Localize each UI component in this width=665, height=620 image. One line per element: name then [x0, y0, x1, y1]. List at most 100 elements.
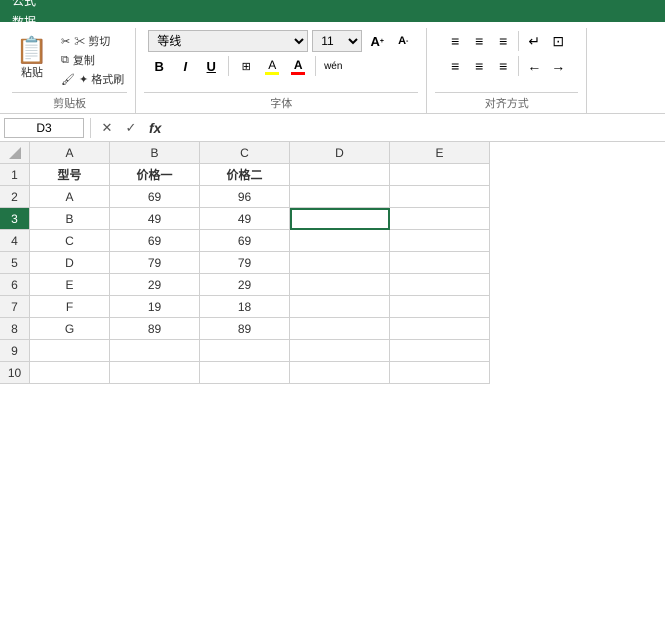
- cell-D4[interactable]: [290, 230, 390, 252]
- cell-A5[interactable]: D: [30, 252, 110, 274]
- row-header-6[interactable]: 6: [0, 274, 30, 296]
- wrap-text-button[interactable]: ↵: [523, 30, 545, 52]
- row-header-8[interactable]: 8: [0, 318, 30, 340]
- font-size-down-button[interactable]: A-: [392, 30, 414, 52]
- select-all-icon[interactable]: [9, 147, 21, 159]
- cell-E5[interactable]: [390, 252, 490, 274]
- cell-D7[interactable]: [290, 296, 390, 318]
- row-header-7[interactable]: 7: [0, 296, 30, 318]
- cell-A6[interactable]: E: [30, 274, 110, 296]
- col-header-C[interactable]: C: [200, 142, 290, 164]
- cell-A1[interactable]: 型号: [30, 164, 110, 186]
- cell-E3[interactable]: [390, 208, 490, 230]
- col-header-D[interactable]: D: [290, 142, 390, 164]
- cell-D3[interactable]: [290, 208, 390, 230]
- cell-A2[interactable]: A: [30, 186, 110, 208]
- italic-button[interactable]: I: [174, 55, 196, 77]
- col-header-B[interactable]: B: [110, 142, 200, 164]
- cut-button[interactable]: ✂ ✂ 剪切: [58, 32, 127, 50]
- cell-C9[interactable]: [200, 340, 290, 362]
- row-header-4[interactable]: 4: [0, 230, 30, 252]
- align-right-button[interactable]: ≡: [492, 55, 514, 77]
- row-header-2[interactable]: 2: [0, 186, 30, 208]
- cell-C1[interactable]: 价格二: [200, 164, 290, 186]
- cell-B9[interactable]: [110, 340, 200, 362]
- cell-E4[interactable]: [390, 230, 490, 252]
- cell-D1[interactable]: [290, 164, 390, 186]
- cell-B8[interactable]: 89: [110, 318, 200, 340]
- cell-D8[interactable]: [290, 318, 390, 340]
- cell-C6[interactable]: 29: [200, 274, 290, 296]
- cell-E1[interactable]: [390, 164, 490, 186]
- underline-button[interactable]: U: [200, 55, 222, 77]
- row-header-10[interactable]: 10: [0, 362, 30, 384]
- align-top-button[interactable]: ≡: [444, 30, 466, 52]
- cell-E7[interactable]: [390, 296, 490, 318]
- cell-D10[interactable]: [290, 362, 390, 384]
- cell-C3[interactable]: 49: [200, 208, 290, 230]
- font-size-up-button[interactable]: A+: [366, 30, 388, 52]
- cell-C2[interactable]: 96: [200, 186, 290, 208]
- copy-button[interactable]: ⧉ 复制: [58, 51, 127, 69]
- menu-item-公式[interactable]: 公式: [4, 0, 97, 11]
- cell-C7[interactable]: 18: [200, 296, 290, 318]
- cell-E8[interactable]: [390, 318, 490, 340]
- cell-C8[interactable]: 89: [200, 318, 290, 340]
- cell-B4[interactable]: 69: [110, 230, 200, 252]
- cell-D2[interactable]: [290, 186, 390, 208]
- cell-E2[interactable]: [390, 186, 490, 208]
- row-header-5[interactable]: 5: [0, 252, 30, 274]
- cell-B1[interactable]: 价格一: [110, 164, 200, 186]
- cell-A8[interactable]: G: [30, 318, 110, 340]
- cell-C10[interactable]: [200, 362, 290, 384]
- formula-bar: ✕ ✓ fx: [0, 114, 665, 142]
- cell-B6[interactable]: 29: [110, 274, 200, 296]
- col-header-E[interactable]: E: [390, 142, 490, 164]
- cell-A4[interactable]: C: [30, 230, 110, 252]
- fill-color-button[interactable]: A: [261, 55, 283, 77]
- font-size-select[interactable]: 11: [312, 30, 362, 52]
- font-color-button[interactable]: A: [287, 55, 309, 77]
- cell-B5[interactable]: 79: [110, 252, 200, 274]
- increase-indent-button[interactable]: →: [547, 55, 569, 77]
- cell-D9[interactable]: [290, 340, 390, 362]
- cell-reference-input[interactable]: [4, 118, 84, 138]
- cut-icon: ✂: [61, 35, 70, 48]
- cell-A10[interactable]: [30, 362, 110, 384]
- border-button[interactable]: ⊞: [235, 55, 257, 77]
- formula-cancel-button[interactable]: ✕: [97, 120, 117, 136]
- cell-E6[interactable]: [390, 274, 490, 296]
- font-name-select[interactable]: 等线: [148, 30, 308, 52]
- cell-E10[interactable]: [390, 362, 490, 384]
- paste-button[interactable]: 📋 粘贴: [12, 32, 52, 84]
- decrease-indent-button[interactable]: ←: [523, 55, 545, 77]
- cell-D5[interactable]: [290, 252, 390, 274]
- grid-row-10: [30, 362, 665, 384]
- cell-B10[interactable]: [110, 362, 200, 384]
- merge-center-button[interactable]: ⊡: [547, 30, 569, 52]
- cell-B2[interactable]: 69: [110, 186, 200, 208]
- row-header-3[interactable]: 3: [0, 208, 30, 230]
- align-middle-button[interactable]: ≡: [468, 30, 490, 52]
- cell-B7[interactable]: 19: [110, 296, 200, 318]
- row-header-9[interactable]: 9: [0, 340, 30, 362]
- col-header-A[interactable]: A: [30, 142, 110, 164]
- cell-D6[interactable]: [290, 274, 390, 296]
- bold-button[interactable]: B: [148, 55, 170, 77]
- cell-A7[interactable]: F: [30, 296, 110, 318]
- align-center-button[interactable]: ≡: [468, 55, 490, 77]
- formula-input[interactable]: [169, 118, 661, 138]
- cell-C5[interactable]: 79: [200, 252, 290, 274]
- align-bottom-button[interactable]: ≡: [492, 30, 514, 52]
- cell-E9[interactable]: [390, 340, 490, 362]
- format-painter-button[interactable]: 🖌 ✦ 格式刷: [58, 70, 127, 88]
- cell-C4[interactable]: 69: [200, 230, 290, 252]
- align-left-button[interactable]: ≡: [444, 55, 466, 77]
- cell-A3[interactable]: B: [30, 208, 110, 230]
- cell-B3[interactable]: 49: [110, 208, 200, 230]
- cell-A9[interactable]: [30, 340, 110, 362]
- corner-cell: [0, 142, 30, 164]
- row-header-1[interactable]: 1: [0, 164, 30, 186]
- phonetic-button[interactable]: wén: [322, 55, 344, 77]
- formula-confirm-button[interactable]: ✓: [121, 120, 141, 136]
